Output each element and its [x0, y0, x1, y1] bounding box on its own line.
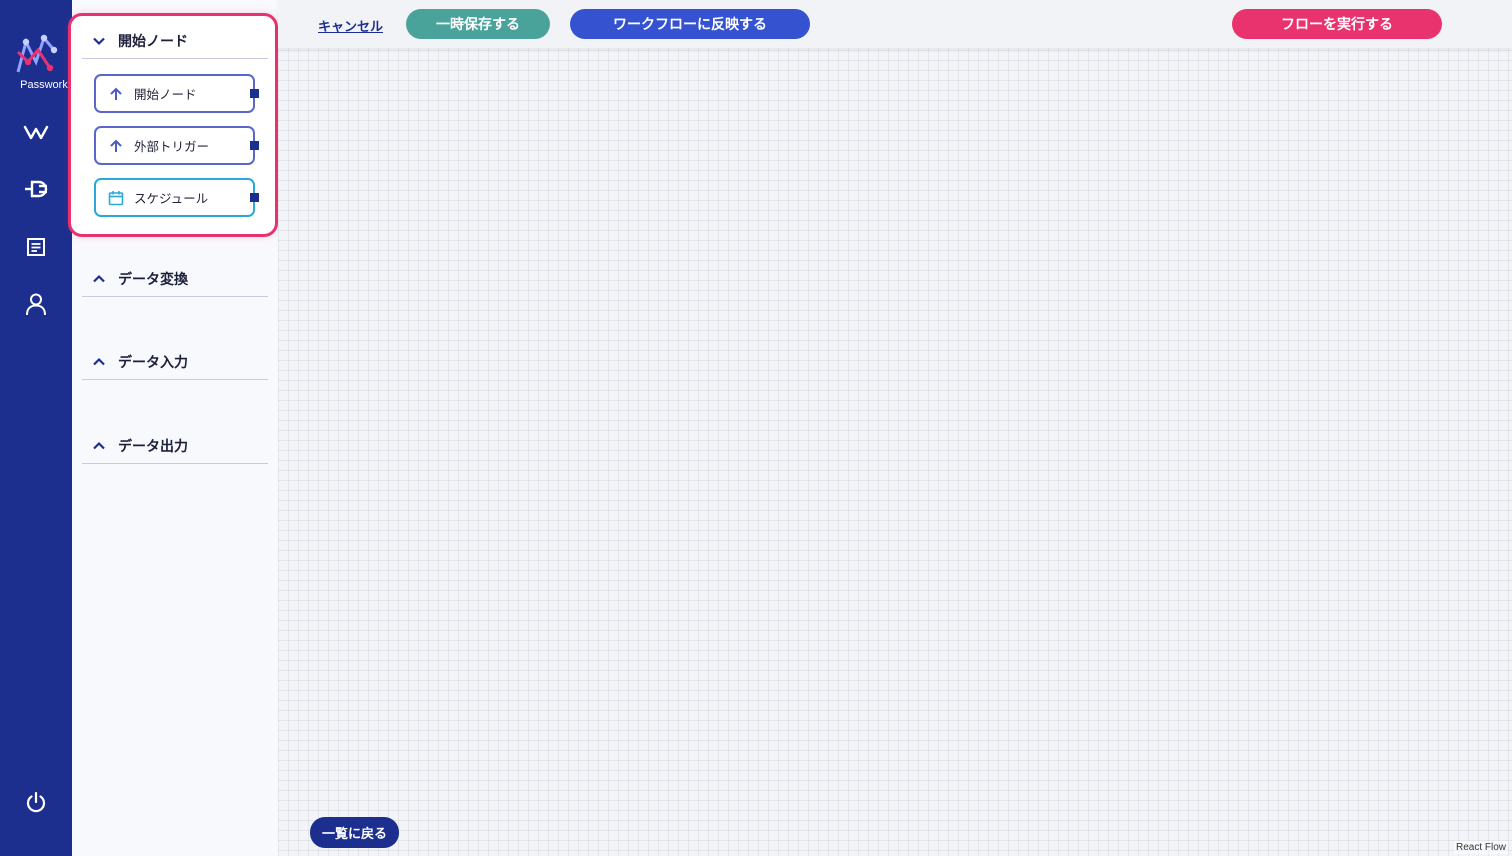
- power-icon: [26, 791, 46, 813]
- chevron-up-icon: [92, 272, 106, 286]
- arrow-up-icon: [108, 86, 124, 102]
- rail-item-connections[interactable]: [20, 173, 52, 205]
- save-draft-button[interactable]: 一時保存する: [406, 9, 550, 39]
- rail-item-documents[interactable]: [20, 231, 52, 263]
- react-flow-attribution[interactable]: React Flow: [1453, 841, 1508, 854]
- logo-icon: [16, 34, 58, 73]
- section-title: データ出力: [118, 439, 188, 455]
- section-title: 開始ノード: [118, 34, 188, 50]
- palette-item-schedule[interactable]: スケジュール: [94, 178, 259, 217]
- plug-icon: [25, 180, 48, 198]
- section-title: データ変換: [118, 272, 188, 288]
- calendar-icon: [108, 190, 124, 206]
- connector-handle[interactable]: [250, 141, 259, 150]
- chevron-down-icon: [92, 34, 106, 48]
- palette-item-start-node[interactable]: 開始ノード: [94, 74, 259, 113]
- palette-item-label: 開始ノード: [134, 87, 197, 102]
- rail-item-workflow[interactable]: [20, 116, 52, 148]
- flow-canvas[interactable]: [278, 0, 1512, 856]
- section-data-transform[interactable]: データ変換: [82, 262, 268, 297]
- section-data-output[interactable]: データ出力: [82, 429, 268, 464]
- palette-item-external-trigger[interactable]: 外部トリガー: [94, 126, 259, 165]
- rail-item-account[interactable]: [20, 288, 52, 320]
- cancel-link[interactable]: キャンセル: [318, 16, 383, 35]
- back-to-list-button[interactable]: 一覧に戻る: [310, 817, 399, 848]
- document-icon: [27, 238, 45, 256]
- section-start-nodes[interactable]: 開始ノード: [82, 24, 268, 59]
- chevron-up-icon: [92, 439, 106, 453]
- chevron-up-icon: [92, 355, 106, 369]
- logout-button[interactable]: [20, 786, 52, 818]
- apply-workflow-button[interactable]: ワークフローに反映する: [570, 9, 810, 39]
- brand-logo[interactable]: Passwork: [8, 28, 68, 94]
- palette-item-label: 外部トリガー: [134, 139, 210, 154]
- section-data-input[interactable]: データ入力: [82, 345, 268, 380]
- connector-handle[interactable]: [250, 89, 259, 98]
- arrow-up-icon: [108, 138, 124, 154]
- run-flow-button[interactable]: フローを実行する: [1232, 9, 1442, 39]
- user-icon: [26, 293, 46, 316]
- section-title: データ入力: [118, 355, 188, 371]
- connector-handle[interactable]: [250, 193, 259, 202]
- workflow-icon: [23, 125, 49, 140]
- palette-item-label: スケジュール: [134, 191, 209, 206]
- nav-rail: Passwork: [0, 0, 72, 856]
